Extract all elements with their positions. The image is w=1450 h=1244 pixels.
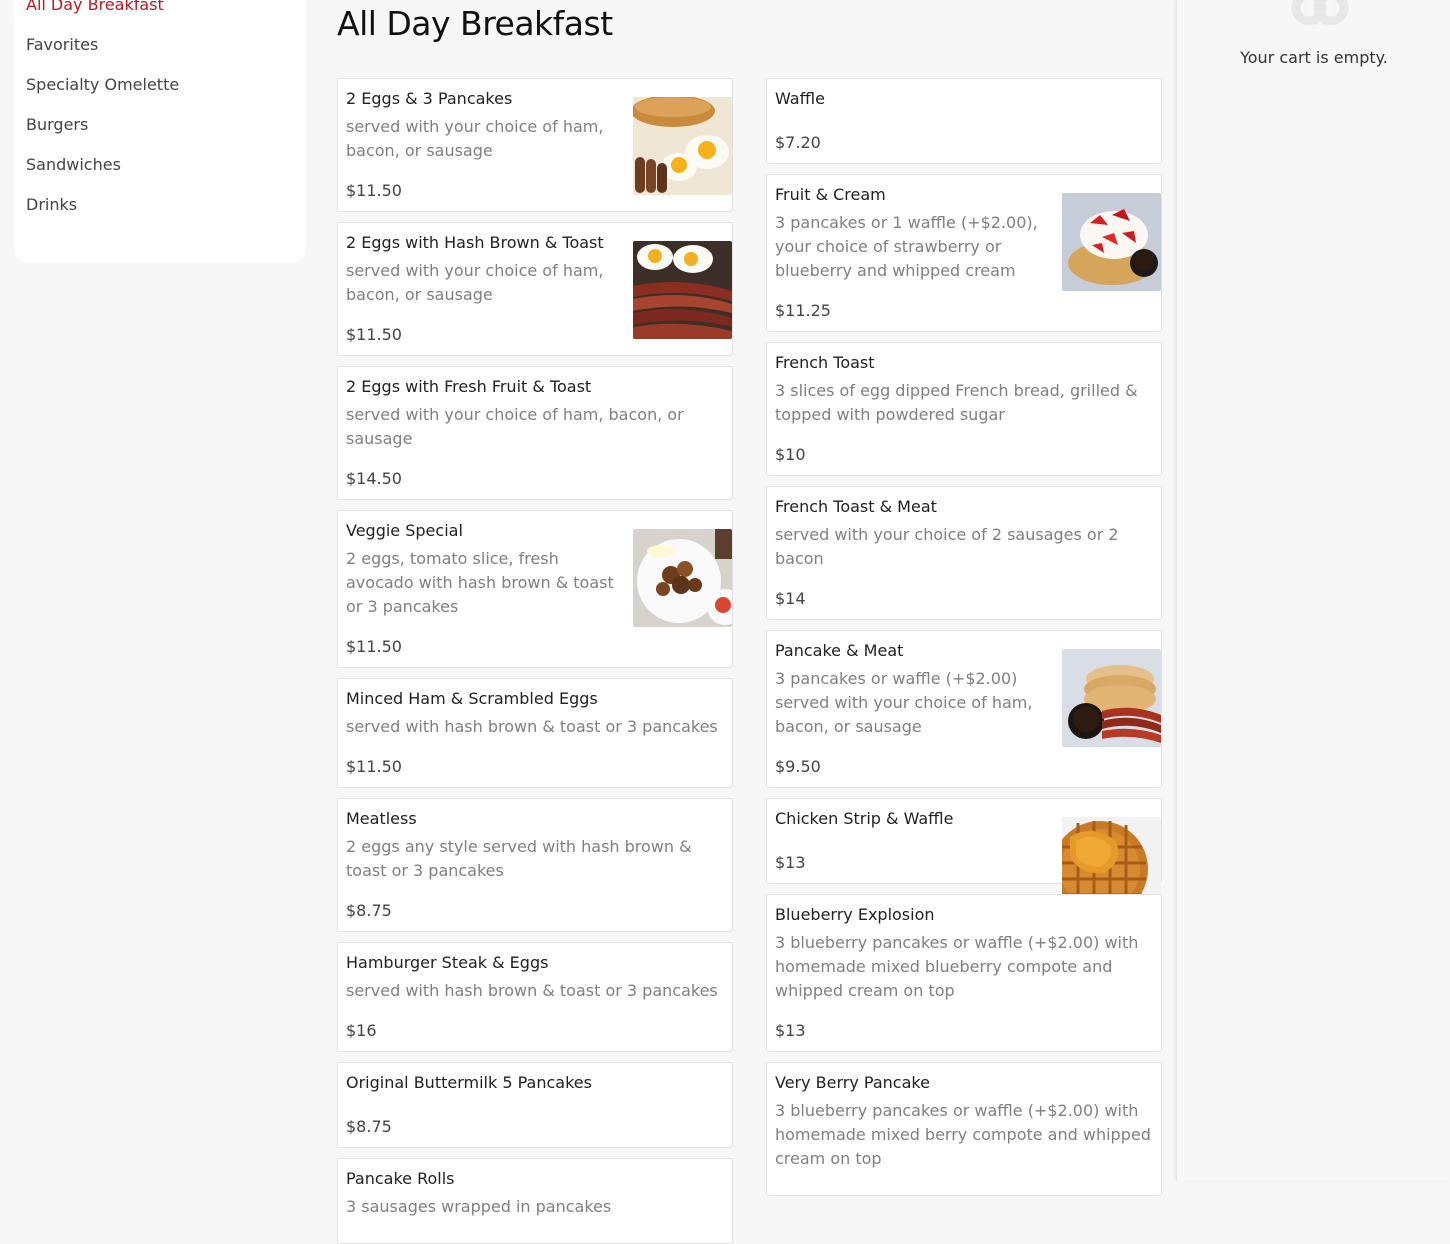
menu-item-name: Fruit & Cream bbox=[775, 185, 886, 204]
menu-item-price: $11.50 bbox=[346, 181, 402, 200]
menu-item-price: $8.75 bbox=[346, 901, 392, 920]
menu-item-name: Very Berry Pancake bbox=[775, 1073, 930, 1092]
menu-column-right: Waffle $7.20 Fruit & Cream 3 pancakes or 1 … bbox=[766, 78, 1162, 1196]
menu-item-description: 3 sausages wrapped in pancakes bbox=[346, 1197, 612, 1216]
menu-item-description: served with your choice of ham, bacon, o… bbox=[346, 405, 684, 448]
menu-item-description: 3 blueberry pancakes or waffle (+$2.00) … bbox=[775, 933, 1139, 1000]
menu-item-description: 2 eggs any style served with hash brown … bbox=[346, 837, 692, 880]
menu-item-description: 3 blueberry pancakes or waffle (+$2.00) … bbox=[775, 1101, 1151, 1168]
menu-item-name: Waffle bbox=[775, 89, 825, 108]
menu-item-text: Pancake Rolls 3 sausages wrapped in panca… bbox=[346, 1167, 724, 1219]
menu-item-card[interactable]: Chicken Strip & Waffle $13 bbox=[766, 798, 1162, 915]
menu-item-description: 3 slices of egg dipped French bread, gri… bbox=[775, 381, 1138, 424]
eggs-pancakes-photo bbox=[633, 97, 732, 195]
menu-item-name: 2 Eggs with Hash Brown & Toast bbox=[346, 233, 604, 252]
menu-item-card[interactable]: Waffle $7.20 bbox=[766, 78, 1162, 164]
menu-column-left: 2 Eggs & 3 Pancakes served with your choi… bbox=[337, 78, 733, 1244]
page-title: All Day Breakfast bbox=[337, 4, 613, 43]
category-item-specialty-omelette[interactable]: Specialty Omelette bbox=[26, 70, 179, 110]
menu-item-price: $13 bbox=[775, 853, 806, 872]
menu-item-text: French Toast & Meat served with your choi… bbox=[775, 495, 1153, 611]
menu-item-card[interactable]: Hamburger Steak & Eggs served with hash b… bbox=[337, 942, 733, 1052]
menu-item-description: served with your choice of ham, bacon, o… bbox=[346, 261, 604, 304]
menu-item-card[interactable]: Blueberry Explosion 3 blueberry pancakes … bbox=[766, 894, 1162, 1052]
strawberry-cream-photo bbox=[1062, 193, 1161, 291]
menu-item-text: Waffle $7.20 bbox=[775, 87, 1153, 155]
menu-item-price: $11.25 bbox=[775, 301, 831, 320]
veggie-plate-photo bbox=[633, 529, 732, 627]
menu-item-price: $16 bbox=[346, 1021, 377, 1040]
menu-item-card[interactable]: French Toast & Meat served with your choi… bbox=[766, 486, 1162, 620]
menu-item-price: $11.50 bbox=[346, 325, 402, 344]
menu-item-card[interactable]: Pancake Rolls 3 sausages wrapped in panca… bbox=[337, 1158, 733, 1244]
menu-item-price: $8.75 bbox=[346, 1117, 392, 1136]
menu-item-name: Pancake Rolls bbox=[346, 1169, 455, 1188]
menu-item-name: 2 Eggs & 3 Pancakes bbox=[346, 89, 513, 108]
menu-item-description: served with hash brown & toast or 3 panc… bbox=[346, 981, 718, 1000]
menu-item-description: served with your choice of 2 sausages or… bbox=[775, 525, 1119, 568]
menu-item-card[interactable]: French Toast 3 slices of egg dipped Frenc… bbox=[766, 342, 1162, 476]
menu-item-text: Very Berry Pancake 3 blueberry pancakes o… bbox=[775, 1071, 1153, 1171]
eggs-bacon-photo bbox=[633, 241, 732, 339]
menu-item-text: Hamburger Steak & Eggs served with hash b… bbox=[346, 951, 724, 1043]
menu-item-card[interactable]: 2 Eggs with Hash Brown & Toast served wit… bbox=[337, 222, 733, 356]
cart-empty-message: Your cart is empty. bbox=[1240, 48, 1388, 67]
menu-item-card[interactable]: Meatless 2 eggs any style served with has… bbox=[337, 798, 733, 932]
menu-item-card[interactable]: Original Buttermilk 5 Pancakes $8.75 bbox=[337, 1062, 733, 1148]
menu-item-text: Minced Ham & Scrambled Eggs served with h… bbox=[346, 687, 724, 779]
menu-item-price: $11.50 bbox=[346, 637, 402, 656]
menu-item-text: French Toast 3 slices of egg dipped Frenc… bbox=[775, 351, 1153, 467]
menu-item-price: $14.50 bbox=[346, 469, 402, 488]
cart-panel: Your cart is empty. bbox=[1176, 0, 1450, 1181]
category-list: All Day Breakfast Favorites Specialty Omel… bbox=[26, 0, 179, 230]
menu-item-text: 2 Eggs with Fresh Fruit & Toast served wi… bbox=[346, 375, 724, 491]
menu-item-card[interactable]: Veggie Special 2 eggs, tomato slice, fres… bbox=[337, 510, 733, 668]
category-item-all-day-breakfast[interactable]: All Day Breakfast bbox=[26, 0, 179, 30]
menu-item-name: Chicken Strip & Waffle bbox=[775, 809, 954, 828]
menu-item-card[interactable]: Fruit & Cream 3 pancakes or 1 waffle (+$2… bbox=[766, 174, 1162, 332]
menu-item-name: Original Buttermilk 5 Pancakes bbox=[346, 1073, 592, 1092]
category-item-burgers[interactable]: Burgers bbox=[26, 110, 179, 150]
menu-item-price: $7.20 bbox=[775, 133, 821, 152]
category-item-sandwiches[interactable]: Sandwiches bbox=[26, 150, 179, 190]
menu-item-price: $11.50 bbox=[346, 757, 402, 776]
menu-item-text: Meatless 2 eggs any style served with has… bbox=[346, 807, 724, 923]
menu-item-name: 2 Eggs with Fresh Fruit & Toast bbox=[346, 377, 592, 396]
menu-item-price: $10 bbox=[775, 445, 806, 464]
menu-item-name: Pancake & Meat bbox=[775, 641, 904, 660]
menu-item-name: Veggie Special bbox=[346, 521, 463, 540]
menu-item-card[interactable]: 2 Eggs with Fresh Fruit & Toast served wi… bbox=[337, 366, 733, 500]
menu-item-card[interactable]: Very Berry Pancake 3 blueberry pancakes o… bbox=[766, 1062, 1162, 1196]
menu-item-price: $9.50 bbox=[775, 757, 821, 776]
menu-item-description: 2 eggs, tomato slice, fresh avocado with… bbox=[346, 549, 614, 616]
menu-item-description: served with your choice of ham, bacon, o… bbox=[346, 117, 604, 160]
category-item-favorites[interactable]: Favorites bbox=[26, 30, 179, 70]
menu-item-name: Meatless bbox=[346, 809, 417, 828]
menu-item-description: 3 pancakes or waffle (+$2.00) served wit… bbox=[775, 669, 1033, 736]
menu-item-name: Hamburger Steak & Eggs bbox=[346, 953, 549, 972]
menu-item-name: French Toast & Meat bbox=[775, 497, 937, 516]
menu-item-text: Original Buttermilk 5 Pancakes $8.75 bbox=[346, 1071, 724, 1139]
menu-item-price: $14 bbox=[775, 589, 806, 608]
menu-item-description: 3 pancakes or 1 waffle (+$2.00), your ch… bbox=[775, 213, 1038, 280]
menu-item-card[interactable]: Pancake & Meat 3 pancakes or waffle (+$2.… bbox=[766, 630, 1162, 788]
menu-item-description: served with hash brown & toast or 3 panc… bbox=[346, 717, 718, 736]
menu-item-card[interactable]: 2 Eggs & 3 Pancakes served with your choi… bbox=[337, 78, 733, 212]
menu-item-name: Minced Ham & Scrambled Eggs bbox=[346, 689, 598, 708]
menu-item-price: $13 bbox=[775, 1021, 806, 1040]
menu-item-card[interactable]: Minced Ham & Scrambled Eggs served with h… bbox=[337, 678, 733, 788]
pancake-bacon-photo bbox=[1062, 649, 1161, 747]
menu-item-name: Blueberry Explosion bbox=[775, 905, 935, 924]
category-item-drinks[interactable]: Drinks bbox=[26, 190, 179, 230]
menu-item-name: French Toast bbox=[775, 353, 875, 372]
menu-item-text: Blueberry Explosion 3 blueberry pancakes … bbox=[775, 903, 1153, 1043]
